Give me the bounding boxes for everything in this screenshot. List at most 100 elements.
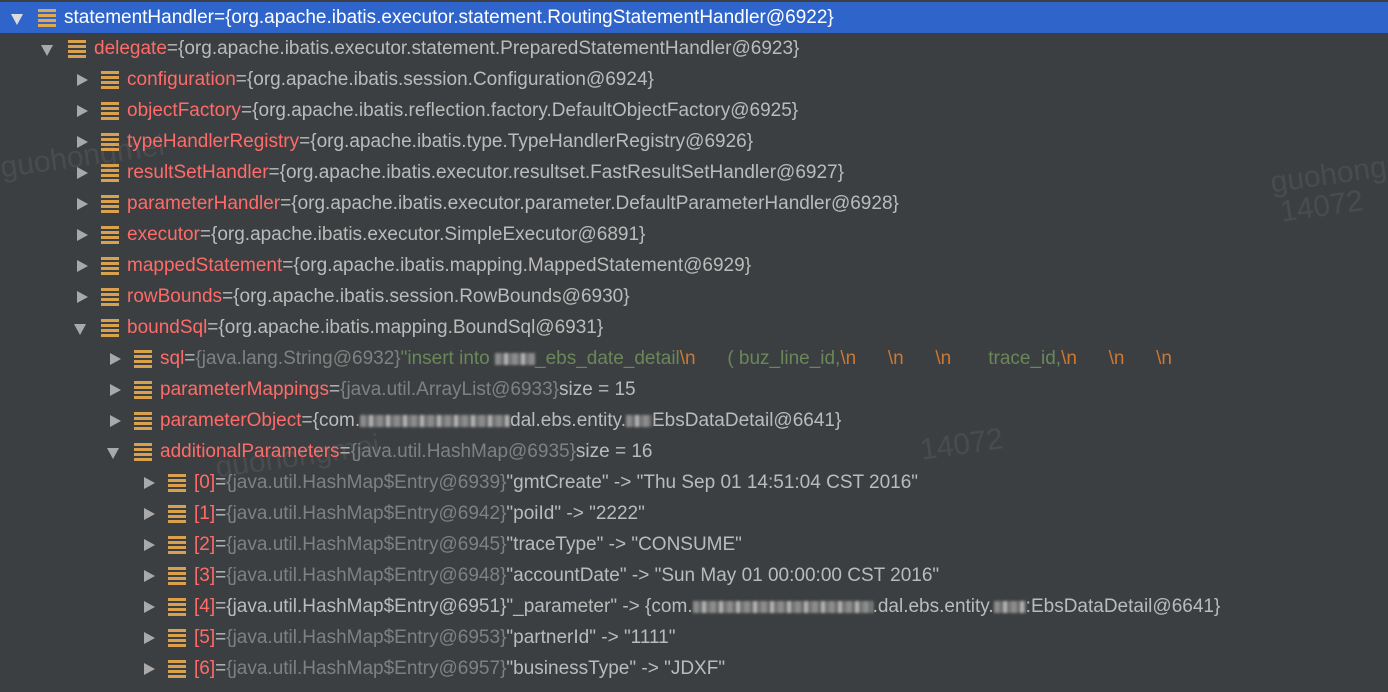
expand-arrow-icon[interactable] xyxy=(104,442,124,462)
tree-row-configuration[interactable]: configuration = {org.apache.ibatis.sessi… xyxy=(0,64,1388,95)
collapse-arrow-icon[interactable] xyxy=(71,163,91,183)
sql-escape: \n xyxy=(1076,347,1125,369)
equals-sign: = xyxy=(222,285,234,307)
field-icon xyxy=(101,194,119,213)
collapse-arrow-icon[interactable] xyxy=(71,256,91,276)
field-name: boundSql xyxy=(127,316,208,338)
tree-row-parameterObject[interactable]: parameterObject = {com. dal.ebs.entity. Eb… xyxy=(0,405,1388,436)
field-name: delegate xyxy=(94,37,167,59)
redacted-text xyxy=(495,352,536,365)
equals-sign: = xyxy=(280,192,292,214)
value-text: "traceType" -> "CONSUME" xyxy=(506,533,742,555)
tree-row-objectFactory[interactable]: objectFactory = {org.apache.ibatis.refle… xyxy=(0,95,1388,126)
field-name: configuration xyxy=(127,68,236,90)
tree-row-3[interactable]: [3] = {java.util.HashMap$Entry@6948} "acc… xyxy=(0,560,1388,591)
field-icon xyxy=(68,39,86,58)
collapse-arrow-icon[interactable] xyxy=(138,659,158,679)
tree-row-additionalParameters[interactable]: additionalParameters = {java.util.HashMa… xyxy=(0,436,1388,467)
tree-row-4[interactable]: [4] = {java.util.HashMap$Entry@6951}"_pa… xyxy=(0,591,1388,622)
tree-row-parameterHandler[interactable]: parameterHandler = {org.apache.ibatis.ex… xyxy=(0,188,1388,219)
collapse-arrow-icon[interactable] xyxy=(138,566,158,586)
tree-row-delegate[interactable]: delegate = {org.apache.ibatis.executor.s… xyxy=(0,33,1388,64)
value-type: {java.util.HashMap$Entry@6939} xyxy=(226,471,507,493)
redacted-text xyxy=(360,414,511,427)
field-icon xyxy=(168,535,186,554)
collapse-arrow-icon[interactable] xyxy=(104,411,124,431)
field-icon xyxy=(168,473,186,492)
tree-row-rowBounds[interactable]: rowBounds = {org.apache.ibatis.session.R… xyxy=(0,281,1388,312)
field-icon xyxy=(101,163,119,182)
expand-arrow-icon[interactable] xyxy=(8,8,28,28)
equals-sign: = xyxy=(339,440,351,462)
equals-sign: = xyxy=(268,161,280,183)
field-name: [0] xyxy=(194,471,216,493)
value-text: "gmtCreate" -> "Thu Sep 01 14:51:04 CST … xyxy=(506,471,919,493)
value-type: {java.util.HashMap$Entry@6948} xyxy=(226,564,507,586)
collapse-arrow-icon[interactable] xyxy=(71,225,91,245)
value-text: {org.apache.ibatis.session.Configuration… xyxy=(246,68,654,90)
tree-row-6[interactable]: [6] = {java.util.HashMap$Entry@6957} "bus… xyxy=(0,653,1388,684)
equals-sign: = xyxy=(215,595,227,617)
collapse-arrow-icon[interactable] xyxy=(104,349,124,369)
equals-sign: = xyxy=(199,223,211,245)
tree-row-1[interactable]: [1] = {java.util.HashMap$Entry@6942} "poi… xyxy=(0,498,1388,529)
collapse-arrow-icon[interactable] xyxy=(71,101,91,121)
field-icon xyxy=(168,566,186,585)
value-text: {java.util.HashMap$Entry@6951}"_paramete… xyxy=(226,595,693,617)
equals-sign: = xyxy=(241,99,253,121)
sql-escape: \n xyxy=(679,347,696,369)
value-text: {org.apache.ibatis.executor.statement.Ro… xyxy=(225,6,834,28)
collapse-arrow-icon[interactable] xyxy=(71,132,91,152)
equals-sign: = xyxy=(299,130,311,152)
value-text: .dal.ebs.entity. xyxy=(872,595,994,617)
field-name: additionalParameters xyxy=(160,440,340,462)
tree-row-5[interactable]: [5] = {java.util.HashMap$Entry@6953} "par… xyxy=(0,622,1388,653)
field-name: [5] xyxy=(194,626,216,648)
field-name: parameterObject xyxy=(160,409,302,431)
collapse-arrow-icon[interactable] xyxy=(71,194,91,214)
field-name: mappedStatement xyxy=(127,254,283,276)
tree-row-boundSql[interactable]: boundSql = {org.apache.ibatis.mapping.Bo… xyxy=(0,312,1388,343)
value-text: "partnerId" -> "1111" xyxy=(506,626,676,648)
sql-text: ( buz_line_id, xyxy=(695,347,841,369)
tree-row-executor[interactable]: executor = {org.apache.ibatis.executor.S… xyxy=(0,219,1388,250)
sql-escape: \n xyxy=(856,347,904,369)
field-name: [2] xyxy=(194,533,216,555)
expand-arrow-icon[interactable] xyxy=(38,39,58,59)
collapse-arrow-icon[interactable] xyxy=(138,597,158,617)
sql-text: "insert into xyxy=(400,347,496,369)
tree-row-0[interactable]: [0] = {java.util.HashMap$Entry@6939} "gmt… xyxy=(0,467,1388,498)
collapse-arrow-icon[interactable] xyxy=(71,70,91,90)
collapse-arrow-icon[interactable] xyxy=(71,287,91,307)
field-name: resultSetHandler xyxy=(127,161,269,183)
sql-text: _ebs_date_detail xyxy=(535,347,680,369)
field-name: statementHandler xyxy=(64,6,214,28)
tree-row-sql[interactable]: sql = {java.lang.String@6932} "insert int… xyxy=(0,343,1388,374)
tree-row-mappedStatement[interactable]: mappedStatement = {org.apache.ibatis.map… xyxy=(0,250,1388,281)
tree-row-resultSetHandler[interactable]: resultSetHandler = {org.apache.ibatis.ex… xyxy=(0,157,1388,188)
collapse-arrow-icon[interactable] xyxy=(138,535,158,555)
value-text: "poiId" -> "2222" xyxy=(506,502,645,524)
value-text: size = 16 xyxy=(575,440,653,462)
field-icon xyxy=(38,8,56,27)
field-icon xyxy=(134,380,152,399)
tree-row-2[interactable]: [2] = {java.util.HashMap$Entry@6945} "tra… xyxy=(0,529,1388,560)
equals-sign: = xyxy=(328,378,341,400)
collapse-arrow-icon[interactable] xyxy=(138,504,158,524)
field-icon xyxy=(101,101,119,120)
value-text: "businessType" -> "JDXF" xyxy=(506,657,726,679)
expand-arrow-icon[interactable] xyxy=(71,318,91,338)
collapse-arrow-icon[interactable] xyxy=(138,628,158,648)
value-text: {org.apache.ibatis.reflection.factory.De… xyxy=(252,99,799,121)
tree-row-typeHandlerRegistry[interactable]: typeHandlerRegistry = {org.apache.ibatis… xyxy=(0,126,1388,157)
tree-row-statementHandler[interactable]: statementHandler = {org.apache.ibatis.ex… xyxy=(0,2,1388,33)
field-icon xyxy=(101,132,119,151)
field-name: executor xyxy=(127,223,200,245)
value-text: {org.apache.ibatis.executor.parameter.De… xyxy=(291,192,899,214)
collapse-arrow-icon[interactable] xyxy=(104,380,124,400)
field-icon xyxy=(134,411,152,430)
tree-row-parameterMappings[interactable]: parameterMappings = {java.util.ArrayList… xyxy=(0,374,1388,405)
field-name: typeHandlerRegistry xyxy=(127,130,300,152)
collapse-arrow-icon[interactable] xyxy=(138,473,158,493)
redacted-text xyxy=(625,414,652,427)
